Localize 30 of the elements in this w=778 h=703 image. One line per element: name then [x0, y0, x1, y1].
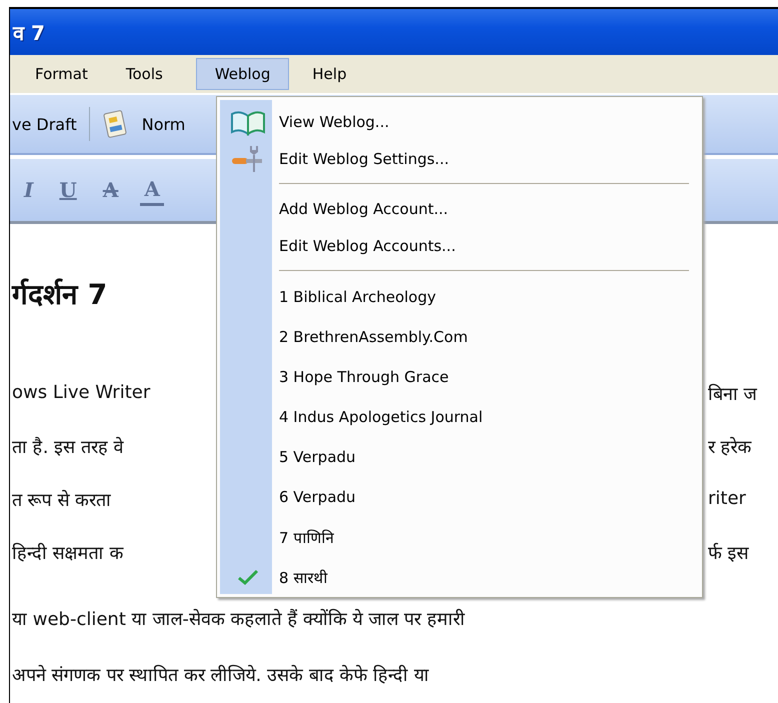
- window-title: व 7: [13, 20, 45, 46]
- menu-option[interactable]: 3 Hope Through Grace: [217, 357, 702, 397]
- menu-option[interactable]: 7 पाणिनि: [217, 517, 702, 557]
- menu-option[interactable]: Edit Weblog Accounts...: [217, 227, 702, 264]
- body-text: ता है. इस तरह वे: [12, 436, 125, 458]
- body-text: बिना ज: [708, 382, 758, 404]
- body-text: riter: [708, 488, 747, 509]
- document-heading: र्गदर्शन 7: [12, 277, 108, 313]
- view-mode-button[interactable]: Norm: [140, 110, 188, 138]
- menu-option[interactable]: View Weblog...: [217, 103, 702, 140]
- body-text: र्फ इस: [708, 542, 750, 564]
- body-text: अपने संगणक पर स्थापित कर लीजिये. उसके बाद केफे हिन्दी या: [12, 664, 429, 688]
- body-text: त रूप से करता: [12, 488, 112, 510]
- menu-option[interactable]: 1 Biblical Archeology: [217, 277, 702, 317]
- menu-option[interactable]: 6 Verpadu: [217, 477, 702, 517]
- menu-option[interactable]: Edit Weblog Settings...: [217, 140, 702, 177]
- body-text: या web-client या जाल-सेवक कहलाते हैं क्योंकि ये जाल पर हमारी: [12, 608, 465, 632]
- menu-option[interactable]: 2 BrethrenAssembly.Com: [217, 317, 702, 357]
- save-draft-button[interactable]: ve Draft: [10, 110, 79, 138]
- menu-option[interactable]: 4 Indus Apologetics Journal: [217, 397, 702, 437]
- menu-item[interactable]: Help: [297, 58, 362, 90]
- menu-item[interactable]: Weblog: [196, 58, 290, 90]
- menu-option[interactable]: 5 Verpadu: [217, 437, 702, 477]
- menu-option[interactable]: 8 सारथी: [217, 557, 702, 597]
- menu-item[interactable]: Format: [20, 58, 103, 90]
- body-text: र हरेक: [708, 436, 753, 458]
- body-text: ows Live Writer: [12, 382, 152, 403]
- body-text: हिन्दी सक्षमता क: [12, 542, 125, 564]
- menu-option[interactable]: Add Weblog Account...: [217, 190, 702, 227]
- menu-item[interactable]: Tools: [110, 58, 178, 90]
